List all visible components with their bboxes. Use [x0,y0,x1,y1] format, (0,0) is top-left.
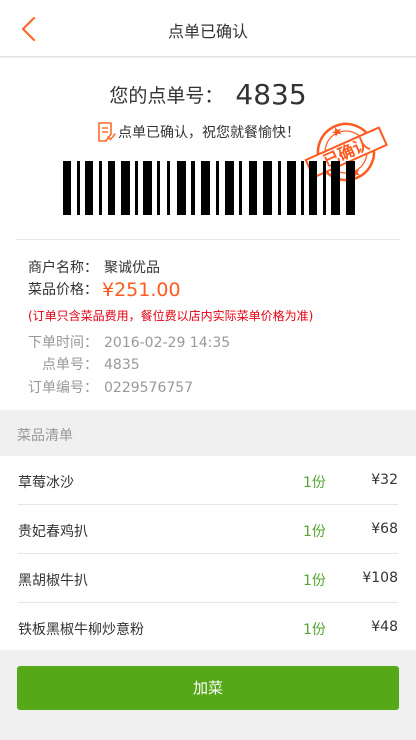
divider [16,239,400,240]
order-barcode [63,161,355,215]
order-no-row: 点单号： 4835 [42,354,140,374]
add-dish-button[interactable]: 加菜 [17,666,399,710]
order-no-value: 4835 [104,357,140,373]
menu-section-title: 菜品清单 [17,428,73,444]
price-note: (订单只含菜品费用，餐位费以店内实际菜单价格为准) [28,309,314,323]
menu-item: 草莓冰沙 1份 ¥32 [0,456,416,505]
confirm-message: 点单已确认，祝您就餐愉快！ [96,121,300,143]
menu-item-quantity: 1份 [303,573,326,589]
price-value: ¥251.00 [102,279,181,301]
menu-list: 草莓冰沙 1份 ¥32 贵妃春鸡扒 1份 ¥68 黑胡椒牛扒 1份 ¥108 铁… [0,456,416,650]
order-time-row: 下单时间： 2016-02-29 14:35 [28,332,230,352]
menu-item-name: 贵妃春鸡扒 [18,524,88,540]
menu-item-quantity: 1份 [303,475,326,491]
top-bar: 点单已确认 [0,0,416,57]
serial-row: 订单编号： 0229576757 [28,377,193,397]
menu-item-quantity: 1份 [303,524,326,540]
merchant-label: 商户名称： [28,260,98,276]
menu-item: 黑胡椒牛扒 1份 ¥108 [0,554,416,603]
order-note-icon [98,122,116,142]
menu-item: 贵妃春鸡扒 1份 ¥68 [0,505,416,554]
menu-item: 铁板黑椒牛柳炒意粉 1份 ¥48 [0,603,416,652]
order-number: 您的点单号： 4835 [0,78,416,111]
menu-item-name: 铁板黑椒牛柳炒意粉 [18,622,144,638]
order-ticket: 您的点单号： 4835 点单已确认，祝您就餐愉快！ 已确认 商户名称： 聚诚优品… [0,58,416,410]
price-label: 菜品价格： [28,282,98,298]
serial-value: 0229576757 [104,380,194,396]
serial-label: 订单编号： [28,380,98,396]
menu-item-price: ¥68 [371,521,398,537]
merchant-name: 聚诚优品 [104,260,160,276]
menu-item-price: ¥48 [371,619,398,635]
order-number-value: 4835 [235,78,307,111]
menu-item-quantity: 1份 [303,622,326,638]
order-number-label: 您的点单号： [109,85,224,107]
menu-item-name: 黑胡椒牛扒 [18,573,88,589]
merchant-row: 商户名称： 聚诚优品 [28,257,160,277]
menu-item-price: ¥32 [371,472,398,488]
order-time-value: 2016-02-29 14:35 [104,335,231,351]
menu-item-price: ¥108 [362,570,398,586]
confirm-text: 点单已确认，祝您就餐愉快！ [118,125,300,141]
order-no-label: 点单号： [42,357,98,373]
menu-section-header: 菜品清单 [0,410,416,456]
page-title: 点单已确认 [167,22,248,41]
order-time-label: 下单时间： [28,335,98,351]
price-row: 菜品价格： ¥251.00 [28,279,181,301]
menu-item-name: 草莓冰沙 [18,475,74,491]
